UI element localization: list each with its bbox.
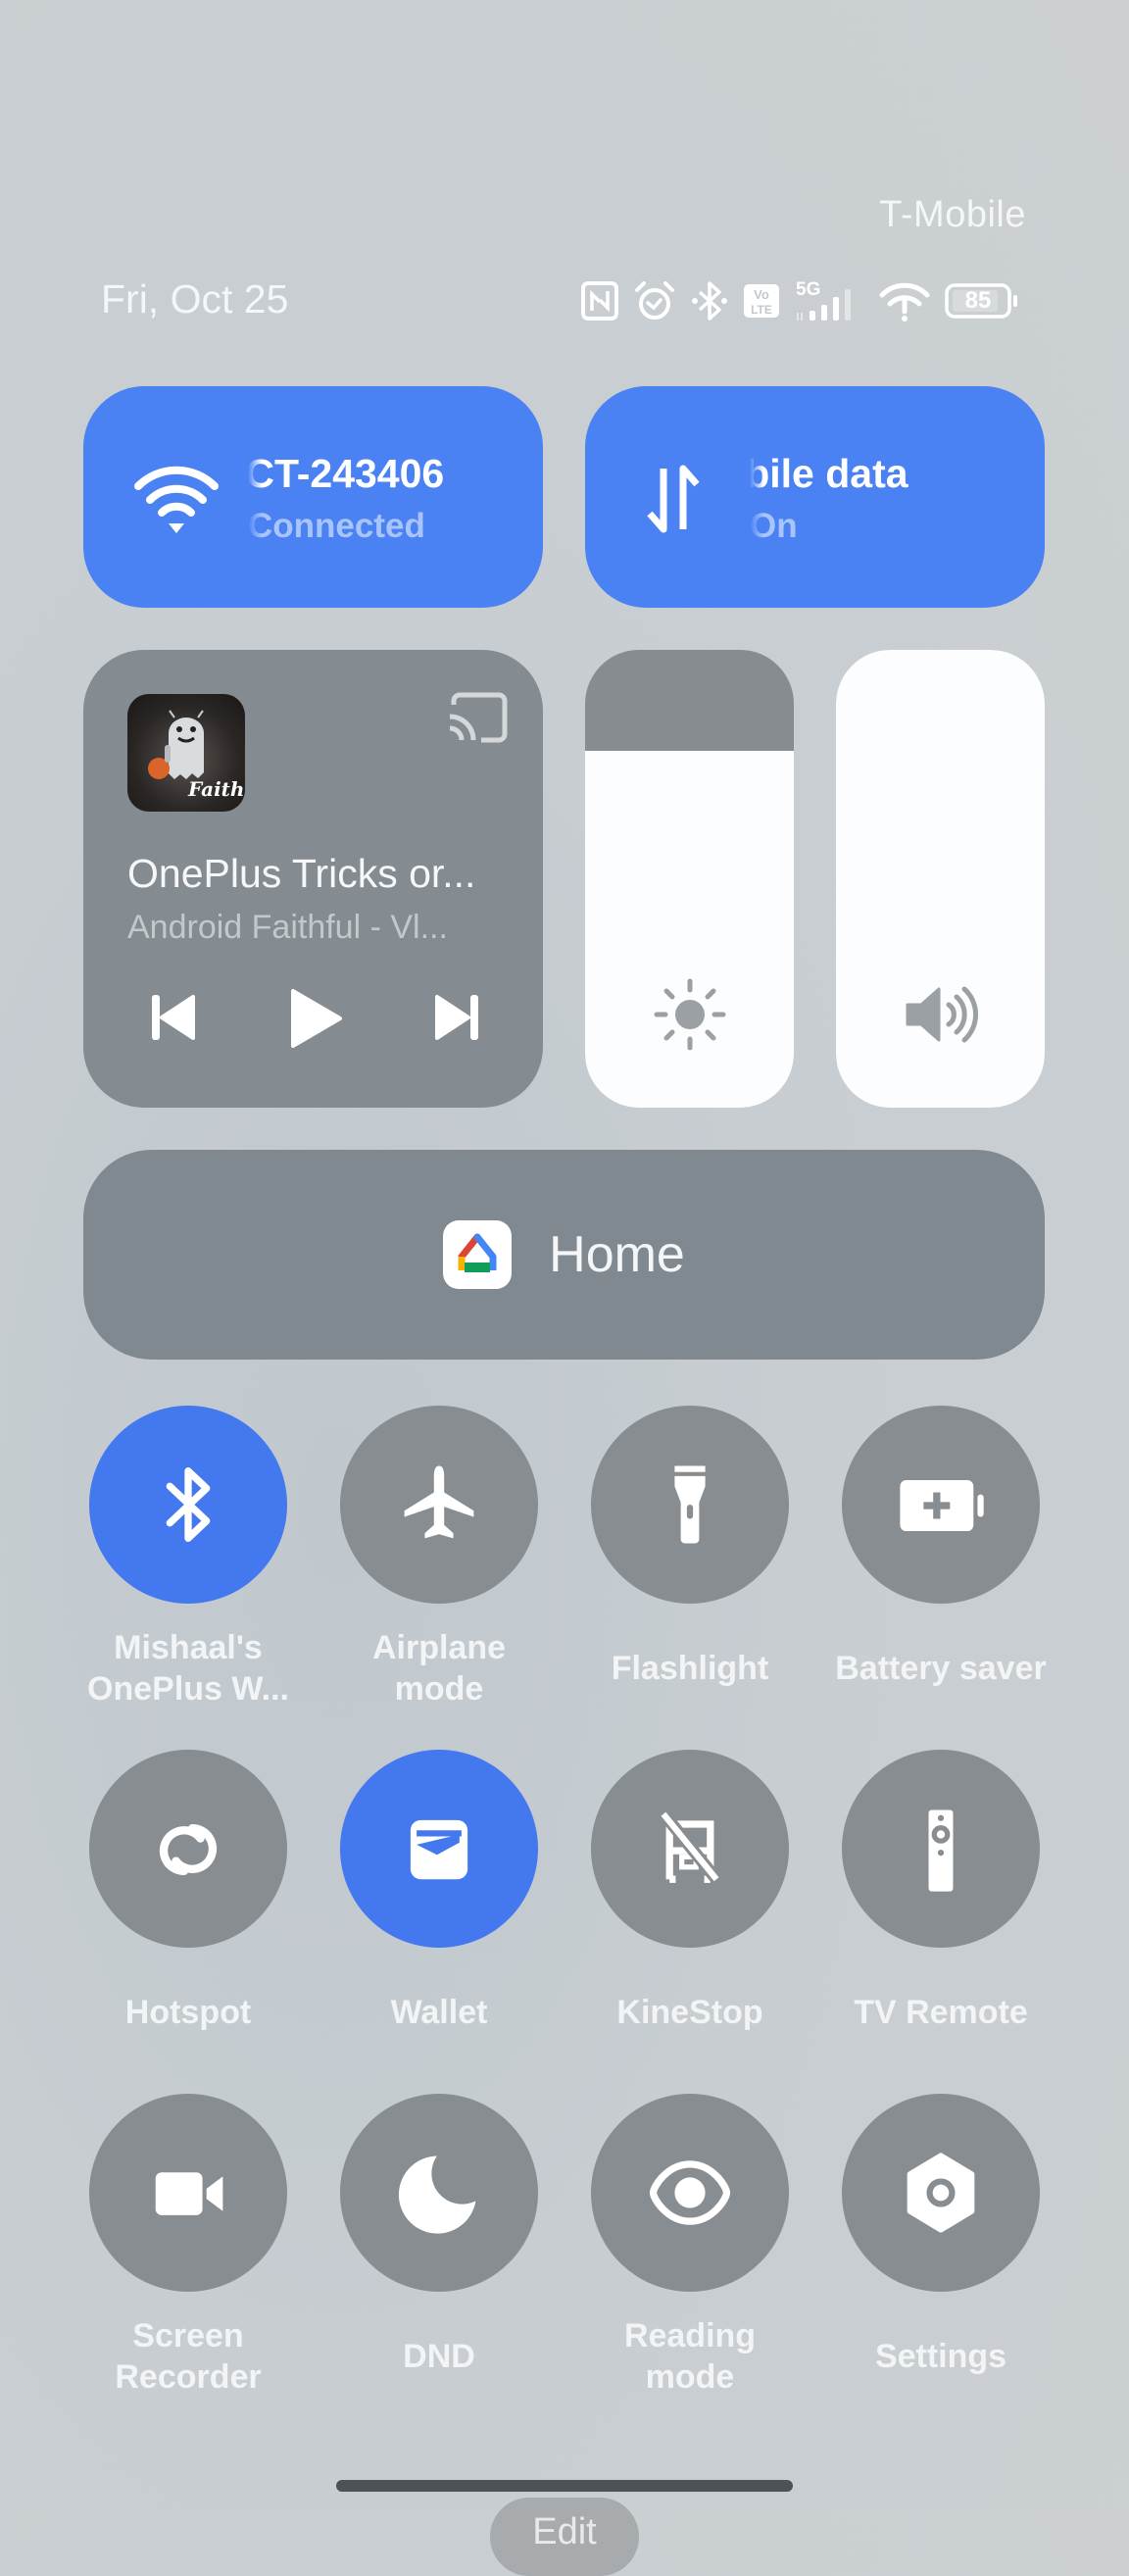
dnd-moon-icon: [388, 2142, 490, 2244]
media-title: OnePlus Tricks or...: [127, 851, 476, 896]
reading-mode-eye-icon: [639, 2142, 741, 2244]
toggle-reading-mode[interactable]: Reading mode: [564, 2094, 815, 2398]
toggle-button[interactable]: [89, 1406, 287, 1604]
wifi-network-name: ECT-243406: [248, 451, 445, 496]
toggle-label: Hotspot: [124, 1994, 252, 2031]
wifi-status: Connected: [248, 507, 425, 545]
toggle-button[interactable]: [340, 1750, 538, 1948]
next-track-button[interactable]: [421, 983, 490, 1052]
toggle-button[interactable]: [842, 2094, 1040, 2292]
toggle-button[interactable]: [89, 1750, 287, 1948]
volume-slider[interactable]: [836, 650, 1045, 1108]
network-type: 5G: [796, 279, 820, 300]
previous-track-button[interactable]: [140, 983, 209, 1052]
play-button[interactable]: [279, 983, 348, 1052]
toggle-mishaal-s-oneplus-w[interactable]: Mishaal's OnePlus W...: [63, 1406, 314, 1709]
toggle-label: DND: [403, 2338, 475, 2375]
toggle-hotspot[interactable]: Hotspot: [63, 1750, 314, 2054]
kinestop-icon: [639, 1798, 741, 1900]
toggle-kinestop[interactable]: KineStop: [564, 1750, 815, 2054]
status-icons: Vo LTE 5G 85: [580, 278, 1019, 323]
nfc-icon: [580, 280, 619, 322]
toggle-label: KineStop: [616, 1994, 763, 2031]
toggle-label: Screen Recorder: [115, 2317, 262, 2396]
battery-percent: 85: [964, 287, 992, 314]
wifi-icon: [132, 457, 221, 539]
volte-icon: Vo LTE: [743, 281, 780, 321]
toggle-button[interactable]: [591, 1750, 789, 1948]
wallet-icon: [388, 1798, 490, 1900]
wifi-tile[interactable]: ECT-243406 Connected: [83, 386, 543, 608]
toggle-label: Settings: [874, 2338, 1007, 2375]
bluetooth-icon: [137, 1454, 239, 1556]
home-label: Home: [549, 1226, 685, 1283]
album-art[interactable]: Faith: [127, 694, 245, 812]
tv-remote-icon: [890, 1798, 992, 1900]
mobile-data-status: On: [750, 507, 798, 545]
toggle-label: Flashlight: [611, 1650, 769, 1687]
mobile-data-label: Mobile data: [750, 451, 908, 496]
toggle-label: Reading mode: [623, 2317, 757, 2396]
brightness-fill: [585, 750, 794, 1108]
brightness-slider[interactable]: [585, 650, 794, 1108]
toggle-button[interactable]: [340, 1406, 538, 1604]
toggle-dnd[interactable]: DND: [314, 2094, 564, 2398]
toggle-label: Wallet: [390, 1994, 488, 2031]
google-home-button[interactable]: Home: [83, 1150, 1045, 1360]
airplane-icon: [388, 1454, 490, 1556]
settings-icon: [890, 2142, 992, 2244]
toggle-airplane-mode[interactable]: Airplane mode: [314, 1406, 564, 1709]
toggle-button[interactable]: [591, 2094, 789, 2292]
date-label[interactable]: Fri, Oct 25: [101, 276, 288, 322]
toggle-button[interactable]: [340, 2094, 538, 2292]
toggle-button[interactable]: [89, 2094, 287, 2292]
cast-icon[interactable]: [446, 691, 509, 744]
flashlight-icon: [639, 1454, 741, 1556]
volume-icon: [902, 975, 980, 1054]
hotspot-icon: [137, 1798, 239, 1900]
toggle-button[interactable]: [591, 1406, 789, 1604]
toggle-button[interactable]: [842, 1406, 1040, 1604]
edit-button[interactable]: Edit: [490, 2498, 639, 2576]
toggle-label: Mishaal's OnePlus W...: [87, 1629, 289, 1708]
battery-icon: 85: [945, 281, 1019, 321]
toggle-flashlight[interactable]: Flashlight: [564, 1406, 815, 1709]
screen-recorder-icon: [137, 2142, 239, 2244]
toggle-screen-recorder[interactable]: Screen Recorder: [63, 2094, 314, 2398]
toggle-wallet[interactable]: Wallet: [314, 1750, 564, 2054]
bluetooth-status-icon: [690, 278, 729, 323]
media-subtitle: Android Faithful - Vl...: [127, 909, 448, 946]
wifi-warning-icon: [878, 279, 931, 322]
toggle-button[interactable]: [842, 1750, 1040, 1948]
google-home-icon: [443, 1220, 513, 1289]
volte-bottom: LTE: [751, 303, 772, 317]
volte-top: Vo: [754, 287, 769, 302]
toggle-tv-remote[interactable]: TV Remote: [815, 1750, 1066, 2054]
media-player[interactable]: Faith OnePlus Tricks or... Android Faith…: [83, 650, 543, 1108]
toggle-label: Airplane mode: [371, 1629, 507, 1708]
alarm-icon: [633, 279, 676, 322]
toggle-settings[interactable]: Settings: [815, 2094, 1066, 2398]
mobile-data-tile[interactable]: Mobile data On: [585, 386, 1045, 608]
data-arrows-icon: [642, 457, 730, 539]
carrier-name: T-Mobile: [879, 194, 1026, 235]
brightness-icon: [651, 975, 729, 1054]
gesture-bar[interactable]: [336, 2480, 793, 2492]
album-art-label: Faith: [187, 777, 244, 801]
cellular-signal-icon: 5G: [794, 277, 864, 324]
battery-saver-icon: [890, 1454, 992, 1556]
toggle-battery-saver[interactable]: Battery saver: [815, 1406, 1066, 1709]
toggle-label: TV Remote: [854, 1994, 1028, 2031]
toggle-label: Battery saver: [835, 1650, 1047, 1687]
